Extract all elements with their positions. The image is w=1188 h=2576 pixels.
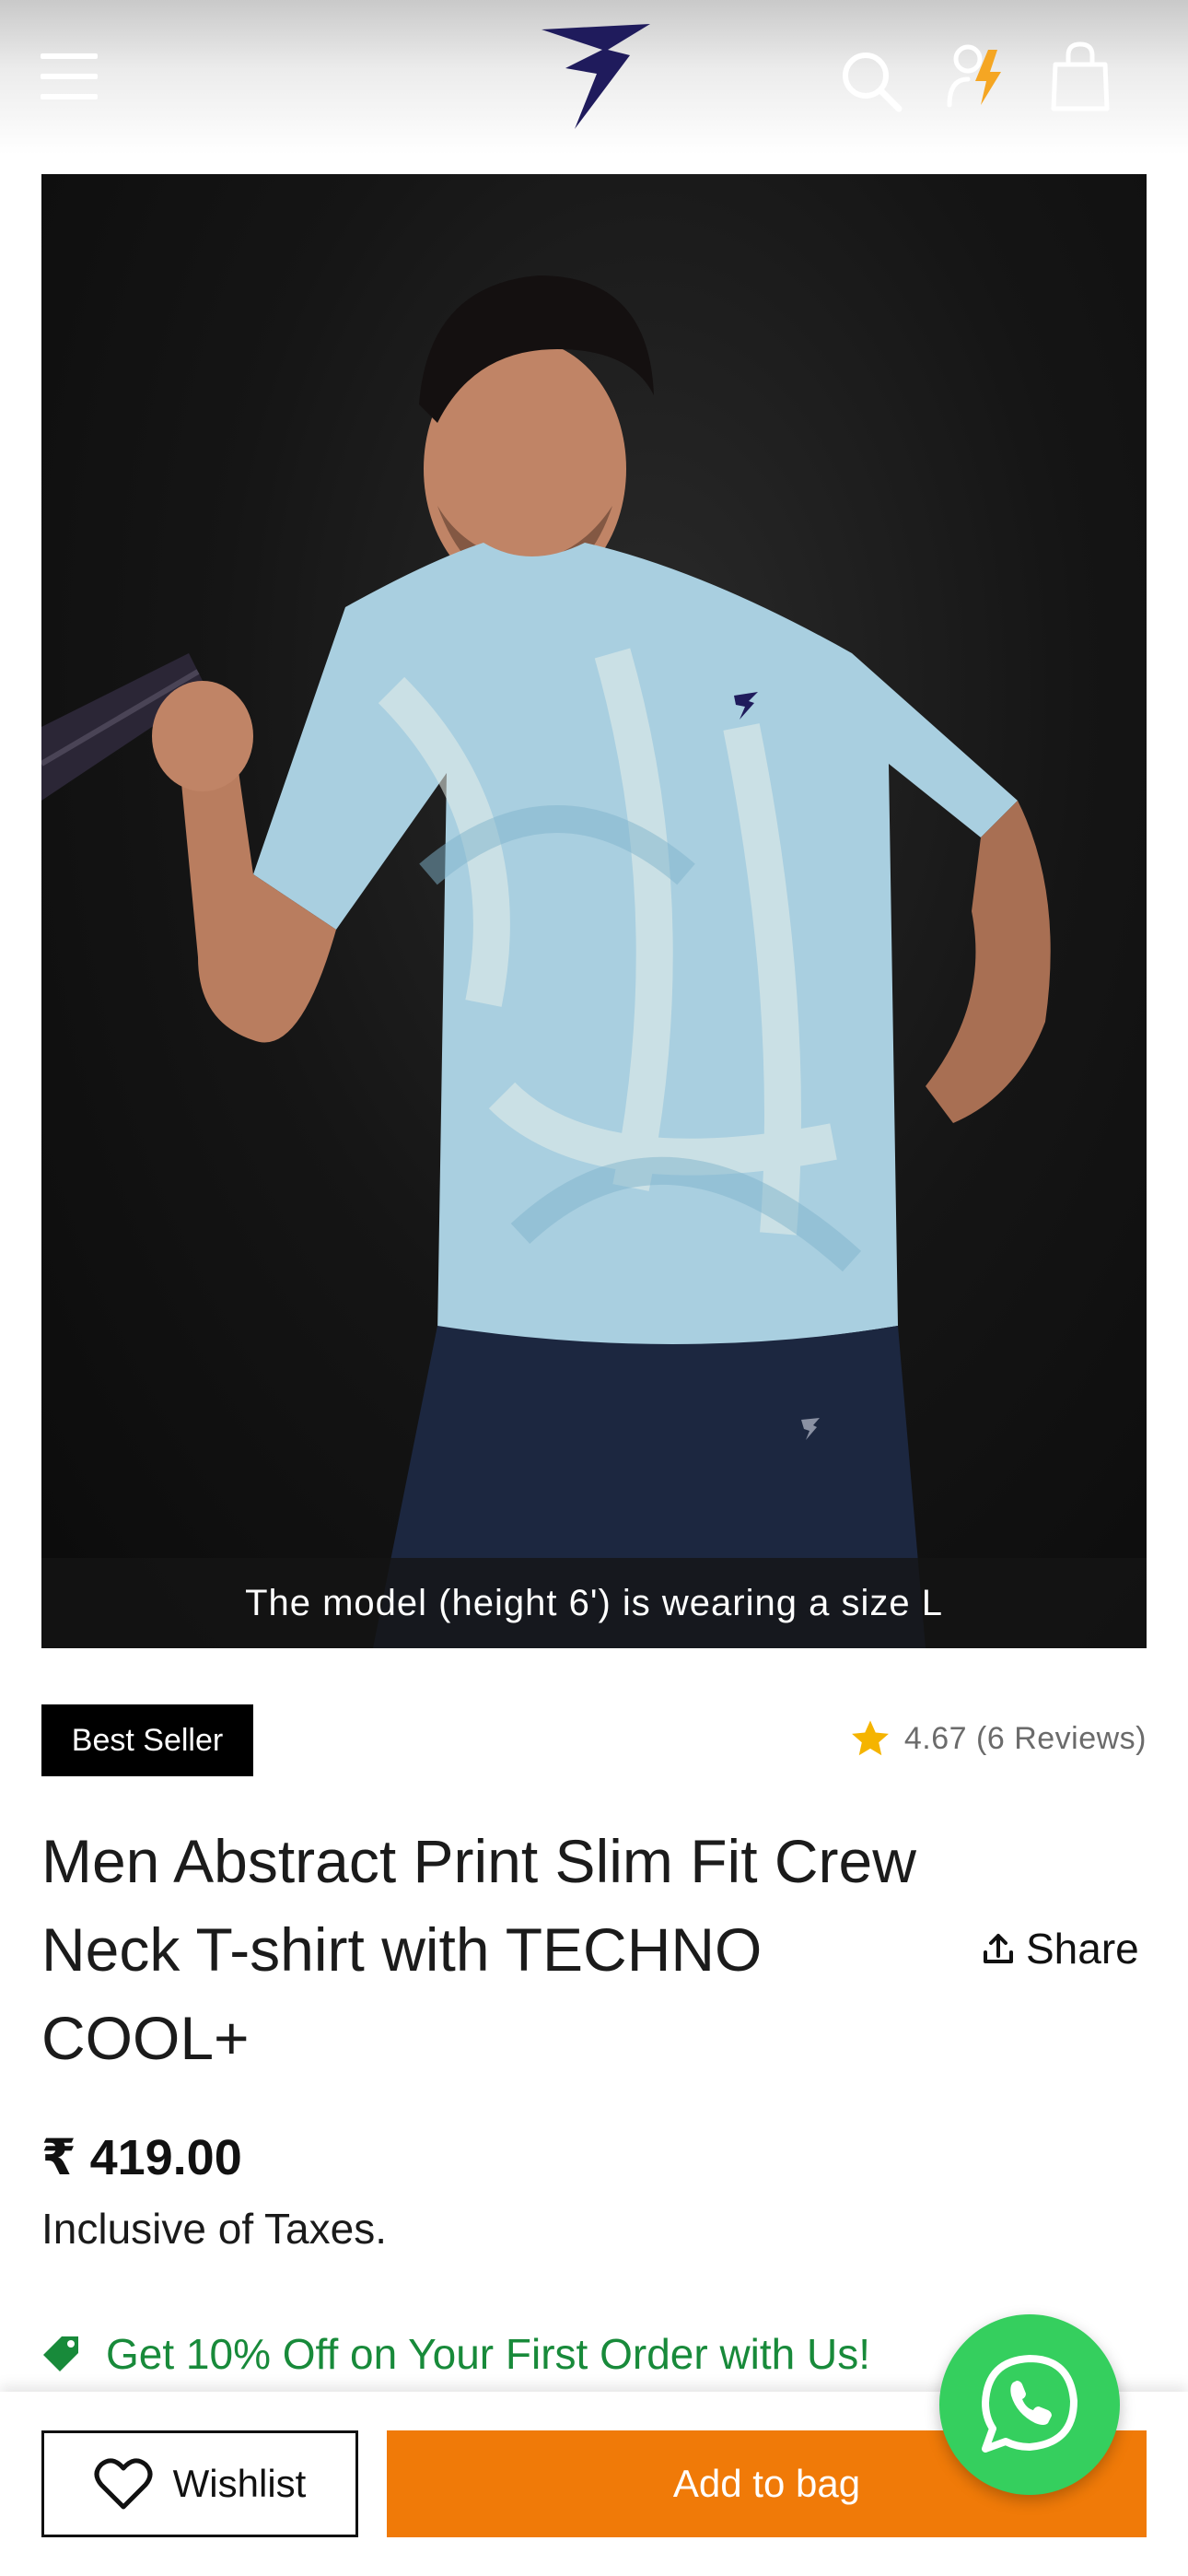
rating-summary[interactable]: 4.67 (6 Reviews) bbox=[849, 1715, 1147, 1762]
review-count[interactable]: (6 Reviews) bbox=[976, 1721, 1147, 1756]
model-illustration bbox=[41, 275, 1051, 1648]
brand-logo-icon[interactable] bbox=[538, 22, 652, 131]
share-icon bbox=[984, 1934, 1013, 1963]
product-title: Men Abstract Print Slim Fit Crew Neck T-… bbox=[41, 1817, 962, 2082]
search-icon[interactable] bbox=[838, 48, 904, 114]
tax-note: Inclusive of Taxes. bbox=[41, 2205, 388, 2253]
share-label: Share bbox=[1026, 1925, 1139, 1973]
product-price: ₹ 419.00 bbox=[41, 2130, 242, 2185]
first-order-offer[interactable]: Get 10% Off on Your First Order with Us! bbox=[41, 2325, 870, 2383]
hamburger-menu-icon[interactable] bbox=[41, 53, 98, 100]
product-title-line: Neck T-shirt with TECHNO bbox=[41, 1915, 763, 1984]
rating-value: 4.67 (6 Reviews) bbox=[903, 1720, 1147, 1756]
product-page: The model (height 6') is wearing a size … bbox=[0, 0, 1188, 2576]
whatsapp-icon bbox=[982, 2355, 1077, 2453]
offer-text: Get 10% Off on Your First Order with Us! bbox=[106, 2330, 871, 2378]
share-button[interactable]: Share bbox=[980, 1921, 1139, 1976]
best-seller-badge: Best Seller bbox=[41, 1704, 253, 1776]
user-flash-icon[interactable] bbox=[944, 41, 1008, 111]
product-title-line: Men Abstract Print Slim Fit Crew bbox=[41, 1827, 916, 1895]
image-caption: The model (height 6') is wearing a size … bbox=[41, 1558, 1147, 1648]
star-icon bbox=[851, 1720, 889, 1756]
shopping-bag-icon[interactable] bbox=[1050, 41, 1111, 112]
product-title-line: COOL+ bbox=[41, 2004, 250, 2072]
wishlist-button[interactable]: Wishlist bbox=[41, 2430, 358, 2537]
tag-icon bbox=[43, 2336, 78, 2371]
wishlist-label: Wishlist bbox=[172, 2462, 307, 2505]
heart-icon bbox=[94, 2458, 153, 2510]
whatsapp-button[interactable] bbox=[939, 2314, 1120, 2495]
product-image[interactable]: The model (height 6') is wearing a size … bbox=[41, 174, 1147, 1648]
top-header bbox=[0, 0, 1188, 155]
